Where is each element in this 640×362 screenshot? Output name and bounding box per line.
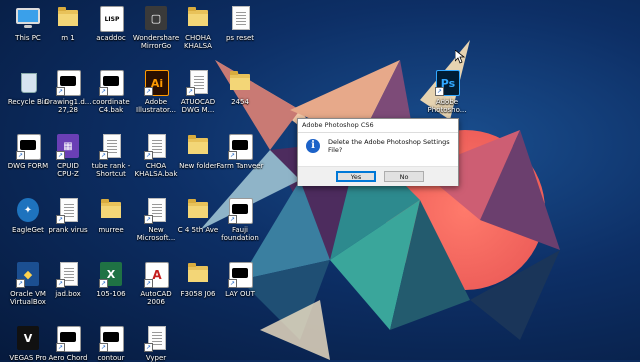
shortcut-arrow-icon: ↗ (16, 151, 25, 160)
lisp-file-icon: LISP (97, 4, 125, 32)
shortcut-arrow-icon: ↗ (144, 215, 153, 224)
text-file-icon: ↗ (142, 196, 170, 224)
shortcut-arrow-icon: ↗ (144, 279, 153, 288)
eagleget-icon: ✦ (14, 196, 42, 224)
shortcut-arrow-icon: ↗ (99, 279, 108, 288)
shortcut-arrow-icon: ↗ (56, 151, 65, 160)
excel-icon: X ↗ (97, 260, 125, 288)
shortcut-arrow-icon: ↗ (56, 343, 65, 352)
autocad-icon: A ↗ (142, 260, 170, 288)
shortcut-arrow-icon: ↗ (228, 215, 237, 224)
vegas-icon: V (14, 324, 42, 352)
illustrator-icon: Ai ↗ (142, 68, 170, 96)
recycle-bin-icon (14, 68, 42, 96)
desktop-icon-label: 2454 (231, 98, 249, 106)
folder-icon (54, 4, 82, 32)
dialog-title: Adobe Photoshop CS6 (298, 119, 458, 133)
text-file-icon: ↗ (97, 132, 125, 160)
desktop-icon[interactable]: Ps ↗ Adobe Photosho... (419, 68, 475, 114)
desktop-icon[interactable]: ↗ LAY OUT (212, 260, 268, 298)
virtualbox-icon: ◆ ↗ (14, 260, 42, 288)
desktop-icon[interactable]: 2454 (212, 68, 268, 106)
shortcut-arrow-icon: ↗ (99, 87, 108, 96)
drawing-file-icon: ↗ (14, 132, 42, 160)
desktop-icon[interactable]: ↗ Vyper (128, 324, 184, 362)
this-pc-icon (14, 4, 42, 32)
folder-icon (184, 4, 212, 32)
desktop-icon-label: Adobe Photosho... (427, 98, 467, 114)
text-file-icon: ↗ (142, 132, 170, 160)
no-button[interactable]: No (384, 171, 424, 182)
folder-icon (226, 68, 254, 96)
folder-icon (184, 132, 212, 160)
shortcut-arrow-icon: ↗ (16, 279, 25, 288)
desktop-icon-label: LAY OUT (225, 290, 255, 298)
desktop-icon-label: Fauji foundation (221, 226, 259, 242)
drawing-file-icon: ↗ (226, 196, 254, 224)
image-file-icon: ↗ (226, 132, 254, 160)
photoshop-dialog: Adobe Photoshop CS6 i Delete the Adobe P… (297, 118, 459, 186)
dialog-footer: Yes No (298, 166, 458, 186)
folder-icon (184, 196, 212, 224)
mouse-cursor-icon (455, 50, 465, 64)
shortcut-arrow-icon: ↗ (99, 343, 108, 352)
folder-icon (97, 196, 125, 224)
desktop-icon-label: Farm Tanveer (216, 162, 264, 170)
drawing-file-icon: ↗ (226, 260, 254, 288)
audio-file-icon: ↗ (54, 324, 82, 352)
shortcut-arrow-icon: ↗ (435, 87, 444, 96)
shortcut-arrow-icon: ↗ (228, 279, 237, 288)
desktop-icon[interactable]: ↗ Fauji foundation (212, 196, 268, 242)
shortcut-arrow-icon: ↗ (144, 87, 153, 96)
shortcut-arrow-icon: ↗ (56, 215, 65, 224)
text-file-icon: ↗ (184, 68, 212, 96)
shortcut-arrow-icon: ↗ (228, 151, 237, 160)
desktop-icon-label: Vyper (145, 354, 167, 362)
text-file-icon: ↗ (54, 196, 82, 224)
shortcut-arrow-icon: ↗ (56, 87, 65, 96)
shortcut-arrow-icon: ↗ (144, 151, 153, 160)
shortcut-arrow-icon: ↗ (186, 87, 195, 96)
drawing-file-icon: ↗ (54, 68, 82, 96)
yes-button[interactable]: Yes (336, 171, 376, 182)
bak-file-icon: ↗ (97, 68, 125, 96)
folder-icon (184, 260, 212, 288)
desktop-icon[interactable]: ↗ Farm Tanveer (212, 132, 268, 170)
cpuz-icon: ▦ ↗ (54, 132, 82, 160)
drawing-file-icon: ↗ (97, 324, 125, 352)
shortcut-arrow-icon: ↗ (56, 279, 65, 288)
dialog-message: Delete the Adobe Photoshop Settings File… (328, 138, 450, 154)
shortcut-arrow-icon: ↗ (144, 343, 153, 352)
dialog-body: i Delete the Adobe Photoshop Settings Fi… (298, 133, 458, 166)
shortcut-arrow-icon: ↗ (99, 151, 108, 160)
photoshop-icon: Ps ↗ (433, 68, 461, 96)
desktop-icon[interactable]: ps reset (212, 4, 268, 42)
desktop-icon-label: ps reset (225, 34, 255, 42)
mirrorgo-icon: ▢ (142, 4, 170, 32)
text-file-icon (226, 4, 254, 32)
info-icon: i (306, 139, 320, 153)
text-file-icon: ↗ (54, 260, 82, 288)
app-icon: ↗ (142, 324, 170, 352)
